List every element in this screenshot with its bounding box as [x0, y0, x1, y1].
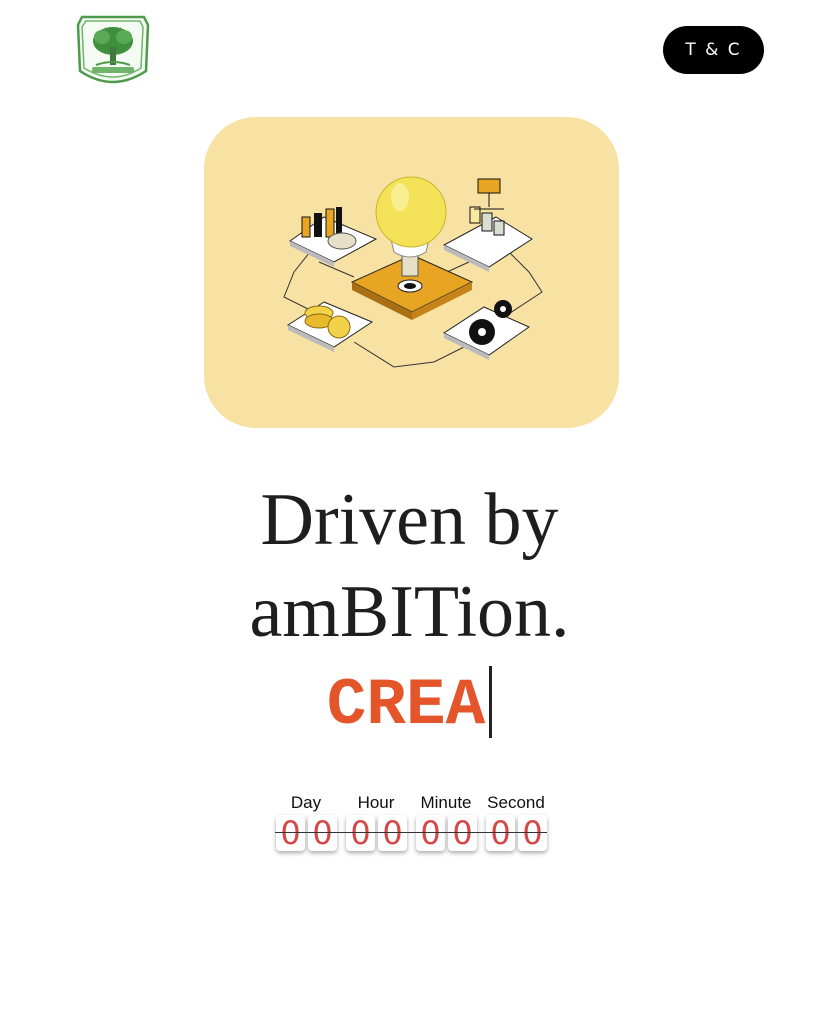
countdown-label-second: Second: [487, 793, 545, 812]
countdown-minute-digit-1: 0: [416, 815, 445, 851]
idea-bulb-illustration: [283, 176, 543, 368]
countdown-second-digit-1: 0: [486, 815, 515, 851]
countdown-hour-digit-1: 0: [346, 815, 375, 851]
countdown-label-hour: Hour: [357, 793, 395, 812]
countdown-day-digit-2: 0: [308, 815, 337, 851]
countdown-label-day: Day: [290, 793, 322, 812]
countdown-minute-digit-2: 0: [448, 815, 477, 851]
headline-line-2: amBITion.: [249, 571, 570, 653]
typewriter-word: CREA: [326, 668, 486, 743]
page-headline: Driven by amBITion.: [0, 474, 819, 658]
college-crest-logo[interactable]: · · · · ·: [74, 11, 152, 89]
countdown-label-minute: Minute: [420, 793, 472, 812]
countdown-divider-line: [275, 832, 547, 833]
countdown-hour-digit-2: 0: [378, 815, 407, 851]
countdown-second-digit-2: 0: [518, 815, 547, 851]
svg-text:· · · · ·: · · · · ·: [104, 25, 121, 32]
countdown-day-digit-1: 0: [276, 815, 305, 851]
headline-line-1: Driven by: [260, 479, 559, 561]
typewriter-text: CREA: [0, 665, 819, 744]
typing-caret: [489, 665, 493, 738]
countdown-timer: Day Hour Minute Second 0 0 0 0 0 0 0 0: [275, 793, 547, 857]
countdown-labels: Day Hour Minute Second: [275, 793, 547, 813]
terms-and-conditions-button[interactable]: T & C: [663, 26, 764, 74]
hero-illustration-card: [204, 117, 619, 428]
